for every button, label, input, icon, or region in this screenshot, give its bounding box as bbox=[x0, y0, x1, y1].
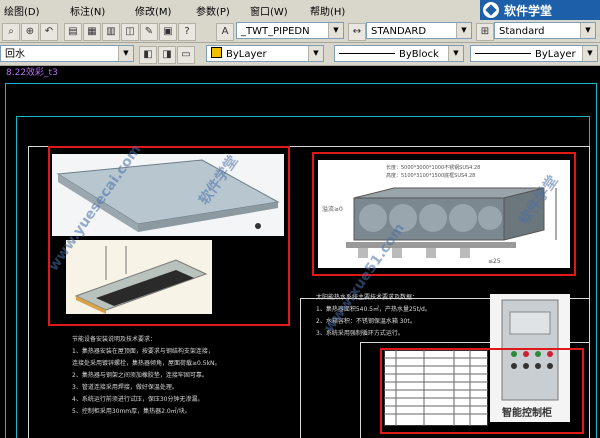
menu-bar: 绘图(D) 标注(N) 修改(M) 参数(P) 窗口(W) 帮助(H) 软件学堂 bbox=[0, 0, 600, 21]
chevron-down-icon: ▼ bbox=[448, 46, 463, 61]
toolbar-layers: 回水 ▼ ◧ ◨ ▭ ByLayer ▼ ByBlock ▼ ByLayer ▼ bbox=[0, 43, 600, 66]
chevron-down-icon: ▼ bbox=[582, 46, 597, 61]
make-current-layer-icon[interactable]: ◧ bbox=[139, 46, 157, 64]
zoom-realtime-icon[interactable]: ⌕ bbox=[2, 23, 20, 41]
drawing-tab[interactable]: 8.22效彩_t3 bbox=[2, 67, 62, 79]
zoom-window-icon[interactable]: ⊕ bbox=[21, 23, 39, 41]
lineweight-dropdown[interactable]: ByLayer ▼ bbox=[470, 45, 598, 62]
notes-left-line: 1、集热器安装在屋顶面，按要求与钢结构支架连接， bbox=[72, 348, 214, 355]
dim-style-dropdown-value: Standard bbox=[499, 26, 545, 37]
linetype-preview bbox=[339, 53, 395, 54]
pipe-dropdown-value: _TWT_PIPEDN bbox=[241, 26, 310, 37]
color-swatch bbox=[211, 47, 222, 58]
table-style-icon[interactable]: ⊞ bbox=[476, 23, 494, 41]
color-dropdown[interactable]: ByLayer ▼ bbox=[206, 45, 324, 62]
toolbar-standard: ⌕ ⊕ ↶ ▤ ▦ ▥ ◫ ✎ ▣ ? A _TWT_PIPEDN ▼ ↔ ST… bbox=[0, 20, 600, 43]
menu-help[interactable]: 帮助(H) bbox=[310, 3, 345, 18]
calculator-icon[interactable]: ▣ bbox=[159, 23, 177, 41]
zoom-previous-icon[interactable]: ↶ bbox=[40, 23, 58, 41]
notes-left-line: 2、集热器与钢架之间须加橡胶垫，连接牢固可靠。 bbox=[72, 372, 208, 379]
layer-dropdown-value: 回水 bbox=[5, 49, 25, 60]
menu-dimension[interactable]: 标注(N) bbox=[70, 3, 105, 18]
markup-icon[interactable]: ✎ bbox=[140, 23, 158, 41]
menu-draw[interactable]: 绘图(D) bbox=[4, 3, 40, 18]
notes-right-title: 太阳能热水系统主要技术要求及数据： bbox=[316, 294, 419, 301]
text-style-dropdown[interactable]: STANDARD ▼ bbox=[366, 22, 472, 39]
sheet-set-icon[interactable]: ◫ bbox=[121, 23, 139, 41]
lineweight-preview bbox=[475, 53, 531, 54]
drawing-canvas[interactable]: 长度：5000*3000*1000不锈钢SUS4.28 高度：5100*3100… bbox=[0, 80, 600, 438]
linetype-dropdown[interactable]: ByBlock ▼ bbox=[334, 45, 464, 62]
dim-style-icon[interactable]: ↔ bbox=[348, 23, 366, 41]
layer-dropdown[interactable]: 回水 ▼ bbox=[0, 45, 134, 62]
text-style-icon[interactable]: A bbox=[216, 23, 234, 41]
pipe-dropdown[interactable]: _TWT_PIPEDN ▼ bbox=[236, 22, 344, 39]
chevron-down-icon: ▼ bbox=[580, 23, 595, 38]
notes-left-line: 4、系统运行前须进行试压，保压30分钟无渗漏。 bbox=[72, 396, 204, 403]
tool-palettes-icon[interactable]: ▥ bbox=[102, 23, 120, 41]
help-icon[interactable]: ? bbox=[178, 23, 196, 41]
notes-left-line: 连接处采用镀锌螺栓，集热器倾角，屋面荷载≥0.5kN。 bbox=[72, 360, 221, 367]
notes-left-line: 3、管道连接采用焊接，做好保温处理。 bbox=[72, 384, 178, 391]
chevron-down-icon: ▼ bbox=[308, 46, 323, 61]
text-style-dropdown-value: STANDARD bbox=[371, 26, 427, 37]
menu-window[interactable]: 窗口(W) bbox=[250, 3, 288, 18]
site-logo: 软件学堂 bbox=[480, 0, 600, 20]
logo-mark-icon bbox=[483, 2, 499, 18]
chevron-down-icon: ▼ bbox=[456, 23, 471, 38]
dim-style-dropdown[interactable]: Standard ▼ bbox=[494, 22, 596, 39]
menu-modify[interactable]: 修改(M) bbox=[135, 3, 171, 18]
drawing-tab-bar: 8.22效彩_t3 bbox=[0, 66, 600, 80]
linetype-dropdown-value: ByBlock bbox=[399, 49, 439, 60]
notes-left-title: 节能设备安装说明及技术要求： bbox=[72, 336, 157, 343]
lineweight-dropdown-value: ByLayer bbox=[535, 49, 576, 60]
design-center-icon[interactable]: ▦ bbox=[83, 23, 101, 41]
layer-previous-icon[interactable]: ◨ bbox=[158, 46, 176, 64]
chevron-down-icon: ▼ bbox=[118, 46, 133, 61]
logo-text: 软件学堂 bbox=[504, 4, 553, 18]
menu-parameter[interactable]: 参数(P) bbox=[196, 3, 230, 18]
properties-icon[interactable]: ▤ bbox=[64, 23, 82, 41]
notes-left-line: 5、控制柜采用30mm厚，集热器2.0㎡/块。 bbox=[72, 408, 191, 415]
color-dropdown-value: ByLayer bbox=[226, 49, 267, 60]
layer-match-icon[interactable]: ▭ bbox=[177, 46, 195, 64]
chevron-down-icon: ▼ bbox=[328, 23, 343, 38]
cabinet-highlight-box bbox=[380, 348, 584, 434]
